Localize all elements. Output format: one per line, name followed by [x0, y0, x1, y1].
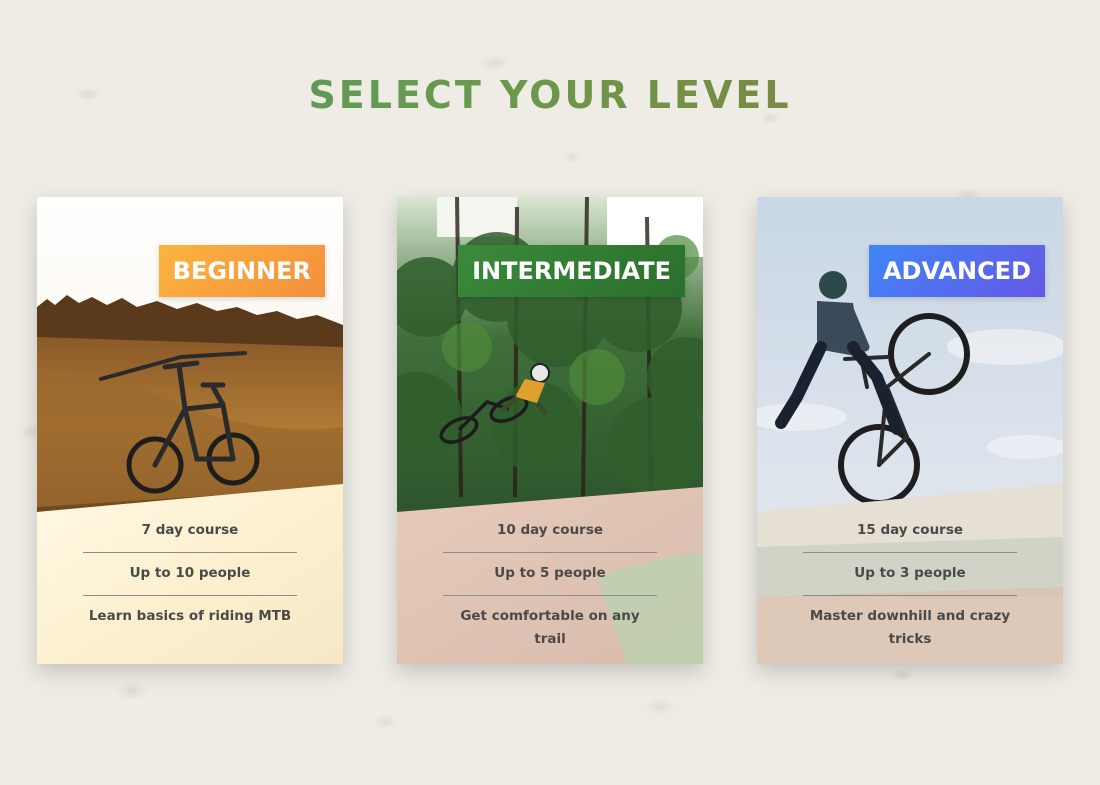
group-size: Up to 5 people [443, 553, 657, 596]
page-title: SELECT YOUR LEVEL [0, 72, 1100, 118]
level-badge-beginner[interactable]: BEGINNER [158, 245, 325, 297]
course-duration: 15 day course [803, 510, 1017, 553]
level-card-beginner[interactable]: BEGINNER 7 day course Up to 10 people Le… [37, 197, 343, 664]
course-duration: 10 day course [443, 510, 657, 553]
course-description: Master downhill and crazy tricks [809, 608, 1011, 647]
course-details-beginner: 7 day course Up to 10 people Learn basic… [83, 510, 297, 638]
level-badge-advanced[interactable]: ADVANCED [868, 245, 1045, 297]
level-card-intermediate[interactable]: INTERMEDIATE 10 day course Up to 5 peopl… [397, 197, 703, 664]
course-description: Get comfortable on any trail [460, 608, 640, 647]
level-card-advanced[interactable]: ADVANCED 15 day course Up to 3 people Ma… [757, 197, 1063, 664]
info-panel-advanced: ADVANCED 15 day course Up to 3 people Ma… [757, 197, 1063, 664]
course-details-intermediate: 10 day course Up to 5 people Get comfort… [443, 510, 657, 661]
group-size: Up to 10 people [83, 553, 297, 596]
group-size: Up to 3 people [803, 553, 1017, 596]
course-duration: 7 day course [83, 510, 297, 553]
info-panel-beginner: BEGINNER 7 day course Up to 10 people Le… [37, 197, 343, 664]
info-panel-intermediate: INTERMEDIATE 10 day course Up to 5 peopl… [397, 197, 703, 664]
level-badge-intermediate[interactable]: INTERMEDIATE [458, 245, 685, 297]
course-description: Learn basics of riding MTB [88, 608, 292, 624]
course-details-advanced: 15 day course Up to 3 people Master down… [803, 510, 1017, 661]
